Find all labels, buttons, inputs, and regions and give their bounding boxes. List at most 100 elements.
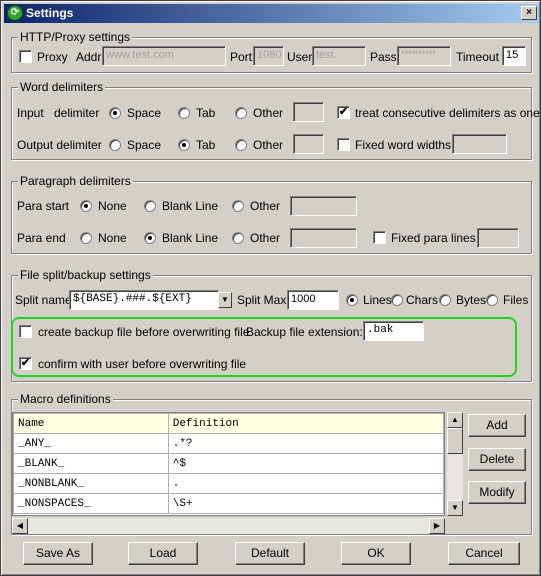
macro-name-cell[interactable]: _ANY_ <box>13 433 169 454</box>
port-label: Port <box>230 50 253 64</box>
create-backup-label: create backup file before overwriting fi… <box>38 325 250 339</box>
macro-name-cell[interactable]: _BLANK_ <box>13 453 169 474</box>
split-max-label: Split Max: <box>237 293 290 307</box>
close-button[interactable]: × <box>521 6 537 20</box>
macro-name-cell[interactable]: _NONSPACES_ <box>13 493 169 514</box>
file-split-legend: File split/backup settings <box>18 268 153 282</box>
paragraph-delimiters-legend: Paragraph delimiters <box>18 174 133 188</box>
confirm-checkbox[interactable]: ✔ <box>19 357 32 370</box>
pass-label: Pass <box>370 50 397 64</box>
table-row[interactable]: _ANY_ .*? <box>13 433 444 454</box>
modify-macro-button[interactable]: Modify <box>468 481 526 504</box>
timeout-input[interactable]: 15 <box>502 46 526 66</box>
end-other-radio[interactable] <box>232 232 244 244</box>
scroll-left-icon[interactable]: ◀ <box>12 518 28 534</box>
macro-definition-cell[interactable]: \S+ <box>167 493 444 514</box>
treat-consecutive-label: treat consecutive delimiters as one <box>355 106 540 120</box>
start-other-radio[interactable] <box>232 200 244 212</box>
port-input[interactable]: 1080 <box>253 46 284 66</box>
end-other-field[interactable] <box>290 228 357 248</box>
default-button[interactable]: Default <box>235 542 305 565</box>
input-delimiter-label: delimiter <box>54 106 100 120</box>
input-tab-radio[interactable] <box>178 107 190 119</box>
macro-definition-cell[interactable]: ^$ <box>167 453 444 474</box>
unit-files-label: Files <box>503 293 529 307</box>
unit-bytes-radio[interactable] <box>439 294 451 306</box>
scroll-down-icon[interactable]: ▼ <box>447 500 463 516</box>
start-blank-radio[interactable] <box>144 200 156 212</box>
backup-ext-input[interactable]: .bak <box>363 321 424 341</box>
add-macro-button[interactable]: Add <box>468 414 526 437</box>
end-other-label: Other <box>250 231 281 245</box>
unit-chars-radio[interactable] <box>391 294 403 306</box>
output-other-radio[interactable] <box>235 139 247 151</box>
proxy-checkbox[interactable] <box>19 50 32 63</box>
ok-button[interactable]: OK <box>341 542 411 565</box>
input-space-radio[interactable] <box>109 107 121 119</box>
user-input[interactable]: test. <box>312 46 366 66</box>
split-max-input[interactable]: 1000 <box>287 290 339 310</box>
fixed-widths-label: Fixed word widths <box>355 138 452 152</box>
proxy-label: Proxy <box>37 50 68 64</box>
end-none-radio[interactable] <box>80 232 92 244</box>
start-other-label: Other <box>250 199 281 213</box>
input-other-radio[interactable] <box>235 107 247 119</box>
macro-definition-cell[interactable]: .*? <box>167 433 444 454</box>
fixed-widths-checkbox[interactable] <box>337 138 350 151</box>
dropdown-icon[interactable]: ▼ <box>218 292 232 308</box>
end-blank-label: Blank Line <box>162 231 219 245</box>
save-as-button[interactable]: Save As <box>23 542 93 565</box>
start-none-label: None <box>98 199 127 213</box>
macro-table: Name Definition _ANY_ .*? _BLANK_ ^$ _NO… <box>13 413 444 514</box>
treat-consecutive-checkbox[interactable]: ✔ <box>337 106 350 119</box>
input-tab-label: Tab <box>196 106 216 120</box>
backup-ext-label: Backup file extension: <box>246 325 363 339</box>
para-start-label: Para start <box>17 199 70 213</box>
macro-name-cell[interactable]: _NONBLANK_ <box>13 473 169 494</box>
output-space-radio[interactable] <box>109 139 121 151</box>
output-delimiter-label: Output delimiter <box>17 138 102 152</box>
title-bar[interactable]: ⟳ Settings × <box>4 4 539 23</box>
end-blank-radio[interactable] <box>144 232 156 244</box>
input-other-field[interactable] <box>293 102 324 122</box>
macro-col-name[interactable]: Name <box>13 413 169 434</box>
vertical-scroll-thumb[interactable] <box>447 428 463 454</box>
scroll-up-icon[interactable]: ▲ <box>447 412 463 428</box>
split-name-label: Split name: <box>15 293 76 307</box>
table-row[interactable]: _NONBLANK_ . <box>13 473 444 494</box>
unit-files-radio[interactable] <box>486 294 498 306</box>
horizontal-scrollbar[interactable] <box>12 518 445 534</box>
cancel-button[interactable]: Cancel <box>448 542 520 565</box>
user-label: User <box>287 50 313 64</box>
addr-input[interactable]: www.test.com <box>102 46 226 66</box>
fixed-para-lines-field[interactable] <box>477 228 519 248</box>
start-blank-label: Blank Line <box>162 199 219 213</box>
unit-lines-label: Lines <box>363 293 392 307</box>
start-other-field[interactable] <box>290 196 357 216</box>
delete-macro-button[interactable]: Delete <box>468 448 526 471</box>
confirm-label: confirm with user before overwriting fil… <box>38 357 247 371</box>
macro-table-container: Name Definition _ANY_ .*? _BLANK_ ^$ _NO… <box>12 412 445 516</box>
macro-definition-cell[interactable]: . <box>167 473 444 494</box>
macro-legend: Macro definitions <box>18 392 113 406</box>
unit-lines-radio[interactable] <box>346 294 358 306</box>
word-delimiters-legend: Word delimiters <box>18 80 106 94</box>
input-label: Input <box>17 106 44 120</box>
split-name-combobox[interactable]: ${BASE}.###.${EXT} <box>69 290 219 310</box>
output-other-field[interactable] <box>293 134 324 154</box>
create-backup-checkbox[interactable] <box>19 325 32 338</box>
fixed-para-lines-checkbox[interactable] <box>373 231 386 244</box>
pass-input[interactable]: ********** <box>397 46 451 66</box>
start-none-radio[interactable] <box>80 200 92 212</box>
fixed-widths-field[interactable] <box>452 134 507 154</box>
settings-window: ⟳ Settings × HTTP/Proxy settings Proxy A… <box>0 0 541 576</box>
proxy-legend: HTTP/Proxy settings <box>18 30 133 44</box>
macro-col-definition[interactable]: Definition <box>167 413 444 434</box>
table-row[interactable]: _BLANK_ ^$ <box>13 453 444 474</box>
table-row[interactable]: _NONSPACES_ \S+ <box>13 493 444 514</box>
output-tab-radio[interactable] <box>178 139 190 151</box>
para-end-label: Para end <box>17 231 66 245</box>
load-button[interactable]: Load <box>128 542 198 565</box>
scroll-right-icon[interactable]: ▶ <box>429 518 445 534</box>
output-space-label: Space <box>127 138 162 152</box>
